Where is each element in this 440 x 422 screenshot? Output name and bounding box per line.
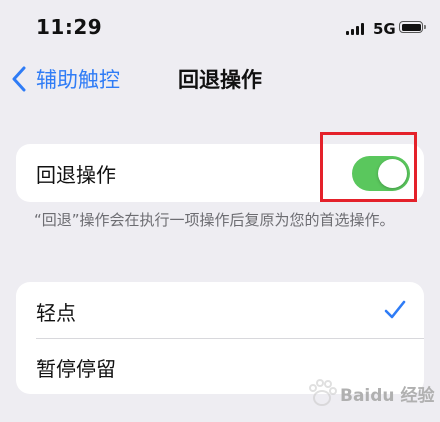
- option-tap[interactable]: 轻点: [16, 282, 424, 338]
- footnote-text: “回退”操作会在执行一项操作后复原为您的首选操作。: [34, 211, 395, 229]
- network-type: 5G: [373, 20, 396, 38]
- option-tap-label: 轻点: [36, 301, 76, 325]
- toggle-row-label: 回退操作: [36, 163, 116, 187]
- settings-screen: 11:29 5G 辅助触控 回退操作 回退操作 “回退”操作会在执行一项操作后复…: [0, 0, 440, 422]
- highlight-annotation-box: [320, 132, 417, 202]
- watermark-text: Baidu 经验: [340, 386, 435, 406]
- cellular-signal-icon: [346, 23, 366, 35]
- checkmark-icon: [384, 300, 406, 319]
- option-dwell-pause-label: 暂停停留: [36, 357, 116, 381]
- status-time: 11:29: [36, 15, 103, 39]
- page-title: 回退操作: [178, 68, 262, 92]
- battery-icon: [399, 21, 426, 33]
